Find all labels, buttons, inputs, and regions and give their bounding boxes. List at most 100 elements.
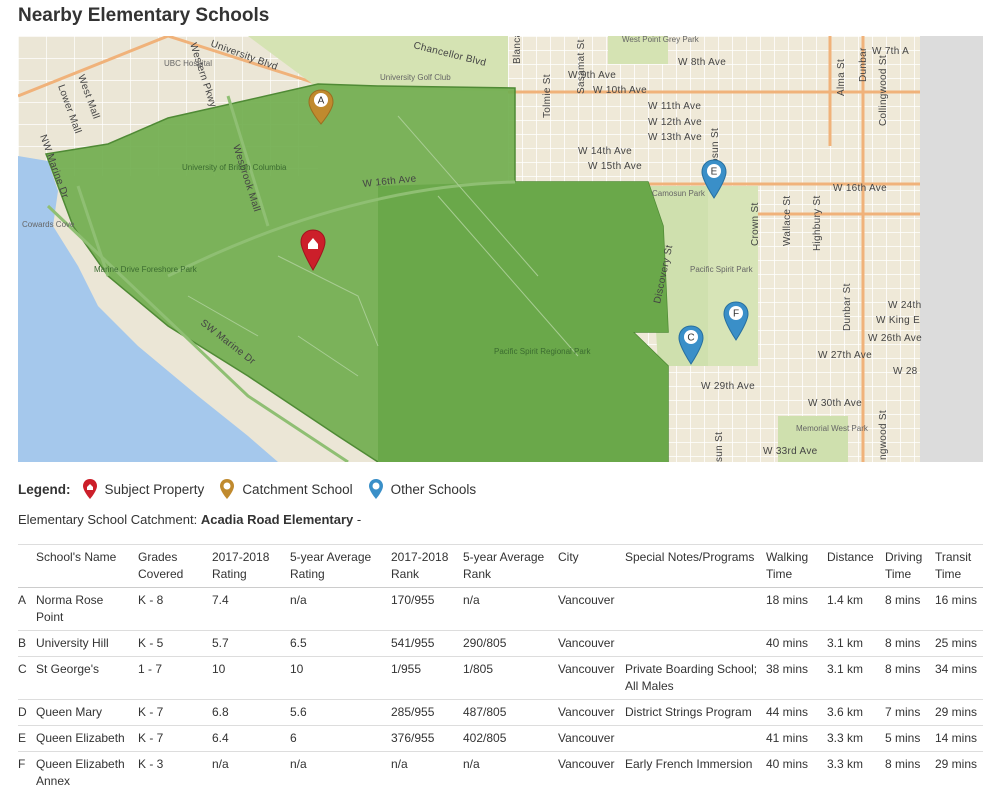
svg-text:F: F — [733, 309, 739, 320]
svg-text:Crown St: Crown St — [750, 202, 761, 246]
cell-distance: 3.1 km — [827, 656, 885, 700]
map-canvas[interactable]: University Blvd Chancellor Blvd W 7th A … — [18, 36, 983, 462]
cell-transit: 25 mins — [935, 630, 983, 657]
cell-distance: 3.1 km — [827, 630, 885, 657]
svg-text:Dunbar St: Dunbar St — [842, 283, 853, 331]
header-transit[interactable]: Transit Time — [935, 544, 983, 588]
cell-city: Vancouver — [558, 587, 625, 631]
cell-grades: K - 3 — [138, 751, 212, 793]
table-row[interactable]: A Norma Rose Point K - 8 7.4 n/a 170/955… — [18, 587, 983, 631]
header-walking[interactable]: Walking Time — [766, 544, 827, 588]
header-avg-rank[interactable]: 5-year Average Rank — [463, 544, 558, 588]
cell-distance: 3.3 km — [827, 751, 885, 793]
cell-school-name: Queen Elizabeth — [36, 725, 138, 752]
header-driving[interactable]: Driving Time — [885, 544, 935, 588]
header-grades[interactable]: Grades Covered — [138, 544, 212, 588]
cell-transit: 29 mins — [935, 751, 983, 793]
svg-text:Collingwood St: Collingwood St — [878, 55, 889, 126]
cell-avg-rating: 10 — [290, 656, 391, 700]
header-avg-rating[interactable]: 5-year Average Rating — [290, 544, 391, 588]
cell-distance: 1.4 km — [827, 587, 885, 631]
svg-text:Tolmie St: Tolmie St — [542, 74, 553, 118]
table-row[interactable]: E Queen Elizabeth K - 7 6.4 6 376/955 40… — [18, 725, 983, 752]
cell-avg-rating: 6 — [290, 725, 391, 752]
regional-park-forest — [378, 182, 668, 462]
svg-text:UBC Hospital: UBC Hospital — [164, 59, 212, 68]
svg-text:W 28: W 28 — [893, 366, 918, 377]
cell-transit: 34 mins — [935, 656, 983, 700]
svg-text:W 14th Ave: W 14th Ave — [578, 146, 632, 157]
cell-driving: 5 mins — [885, 725, 935, 752]
header-notes[interactable]: Special Notes/Programs — [625, 544, 766, 588]
legend-label-catchment: Catchment School — [242, 481, 353, 497]
table-row[interactable]: B University Hill K - 5 5.7 6.5 541/955 … — [18, 630, 983, 657]
cell-avg-rank: n/a — [463, 751, 558, 793]
svg-text:Wallace St: Wallace St — [782, 196, 793, 246]
cell-walking: 44 mins — [766, 699, 827, 726]
cell-notes — [625, 630, 766, 657]
school-pin-icon — [368, 479, 383, 499]
header-distance[interactable]: Distance — [827, 544, 885, 588]
catchment-school: Acadia Road Elementary — [200, 512, 354, 527]
cell-notes: Private Boarding School; All Males — [625, 656, 766, 700]
cell-letter: E — [18, 725, 36, 752]
legend-label-other: Other Schools — [390, 481, 477, 497]
cell-walking: 40 mins — [766, 630, 827, 657]
map-edge — [920, 36, 983, 462]
cell-notes — [625, 725, 766, 752]
header-rating[interactable]: 2017-2018 Rating — [212, 544, 290, 588]
svg-text:W 8th Ave: W 8th Ave — [678, 57, 726, 68]
svg-text:W King E: W King E — [876, 315, 920, 326]
svg-text:W 33rd Ave: W 33rd Ave — [763, 446, 818, 457]
cell-rating: 5.7 — [212, 630, 290, 657]
cell-avg-rating: 5.6 — [290, 699, 391, 726]
cell-avg-rank: 402/805 — [463, 725, 558, 752]
svg-text:E: E — [711, 167, 718, 178]
svg-text:sun St: sun St — [714, 432, 725, 462]
cell-avg-rank: 487/805 — [463, 699, 558, 726]
header-school-name[interactable]: School's Name — [36, 544, 138, 588]
cell-transit: 16 mins — [935, 587, 983, 631]
cell-rating: n/a — [212, 751, 290, 793]
schools-table: School's Name Grades Covered 2017-2018 R… — [18, 544, 983, 793]
cell-city: Vancouver — [558, 699, 625, 726]
svg-text:Pacific Spirit Park: Pacific Spirit Park — [690, 265, 754, 274]
cell-school-name: St George's — [36, 656, 138, 700]
svg-text:University of British Columbia: University of British Columbia — [182, 163, 287, 172]
cell-walking: 40 mins — [766, 751, 827, 793]
svg-text:Blanca: Blanca — [512, 36, 523, 64]
cell-rank: 170/955 — [391, 587, 463, 631]
cell-letter: C — [18, 656, 36, 700]
cell-city: Vancouver — [558, 656, 625, 700]
svg-text:ngwood St: ngwood St — [878, 410, 889, 460]
cell-avg-rank: 1/805 — [463, 656, 558, 700]
header-city[interactable]: City — [558, 544, 625, 588]
svg-text:W 11th Ave: W 11th Ave — [648, 101, 701, 112]
legend-item-catchment: Catchment School — [220, 479, 353, 499]
svg-text:W 10th Ave: W 10th Ave — [593, 85, 647, 96]
table-row[interactable]: D Queen Mary K - 7 6.8 5.6 285/955 487/8… — [18, 699, 983, 726]
header-letter — [18, 544, 36, 588]
svg-text:W 24th: W 24th — [888, 300, 921, 311]
cell-avg-rating: n/a — [290, 751, 391, 793]
cell-grades: K - 7 — [138, 725, 212, 752]
svg-text:Highbury St: Highbury St — [812, 195, 823, 251]
cell-distance: 3.6 km — [827, 699, 885, 726]
cell-avg-rank: 290/805 — [463, 630, 558, 657]
svg-text:W 16th Ave: W 16th Ave — [833, 183, 887, 194]
cell-school-name: Norma Rose Point — [36, 587, 138, 631]
catchment-info: Elementary School Catchment: Acadia Road… — [18, 512, 361, 527]
table-row[interactable]: C St George's 1 - 7 10 10 1/955 1/805 Va… — [18, 656, 983, 700]
school-map[interactable]: University Blvd Chancellor Blvd W 7th A … — [18, 36, 983, 462]
cell-letter: A — [18, 587, 36, 631]
cell-rating: 6.8 — [212, 699, 290, 726]
svg-text:Marine Drive Foreshore Park: Marine Drive Foreshore Park — [94, 265, 198, 274]
table-row[interactable]: F Queen Elizabeth Annex K - 3 n/a n/a n/… — [18, 751, 983, 793]
cell-walking: 38 mins — [766, 656, 827, 700]
cell-avg-rating: 6.5 — [290, 630, 391, 657]
svg-text:Memorial West Park: Memorial West Park — [796, 424, 869, 433]
svg-text:Pacific Spirit Regional Park: Pacific Spirit Regional Park — [494, 347, 591, 356]
header-rank[interactable]: 2017-2018 Rank — [391, 544, 463, 588]
svg-text:Camosun Park: Camosun Park — [652, 189, 706, 198]
cell-rank: 541/955 — [391, 630, 463, 657]
